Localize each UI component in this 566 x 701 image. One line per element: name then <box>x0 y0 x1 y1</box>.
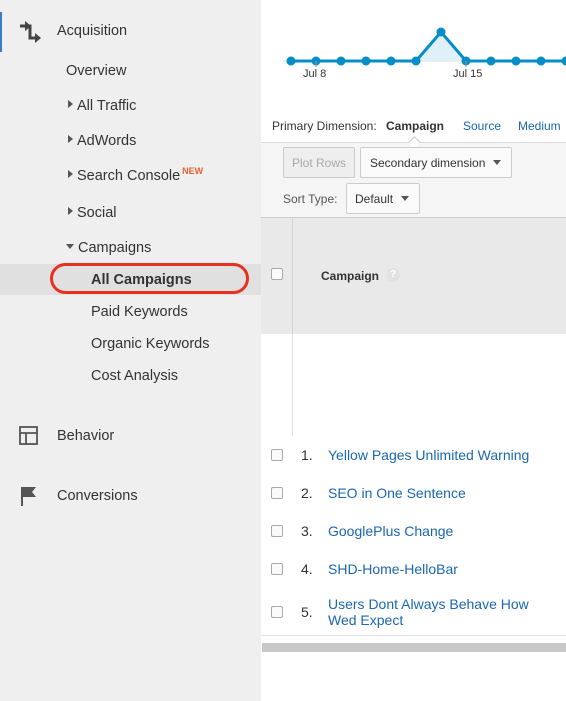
column-divider <box>292 218 293 334</box>
column-header-campaign[interactable]: Campaign <box>321 269 379 283</box>
campaign-link[interactable]: SHD-Home-HelloBar <box>328 561 558 577</box>
totals-row <box>261 334 566 436</box>
collapse-arrow-icon <box>66 243 74 249</box>
nav-adwords[interactable]: AdWords <box>68 133 136 149</box>
table-row: 4. SHD-Home-HelloBar <box>261 550 566 589</box>
nav-search-console-label: Search Console <box>77 168 181 184</box>
expand-arrow-icon <box>68 100 73 109</box>
nav-campaigns[interactable]: Campaigns <box>66 240 151 256</box>
nav-cost-analysis[interactable]: Cost Analysis <box>91 368 178 384</box>
sidebar: Acquisition Overview All Traffic AdWords… <box>0 0 261 701</box>
row-number: 2. <box>301 485 313 501</box>
chart-point[interactable] <box>511 56 521 66</box>
horizontal-scrollbar[interactable] <box>262 643 566 652</box>
row-checkbox[interactable] <box>271 487 283 499</box>
table-header <box>261 217 566 335</box>
chevron-down-icon <box>401 196 409 201</box>
table-row: 5. Users Dont Always Behave How Wed Expe… <box>261 588 566 636</box>
row-checkbox[interactable] <box>271 606 283 618</box>
expand-arrow-icon <box>68 170 73 179</box>
dimension-medium[interactable]: Medium <box>518 119 561 133</box>
nav-campaigns-label: Campaigns <box>78 240 152 256</box>
chevron-down-icon <box>493 160 501 165</box>
row-checkbox[interactable] <box>271 449 283 461</box>
dimension-campaign[interactable]: Campaign <box>386 119 444 133</box>
dimension-source[interactable]: Source <box>463 119 501 133</box>
nav-conversions-label: Conversions <box>57 488 138 504</box>
nav-social-label: Social <box>77 205 117 221</box>
nav-adwords-label: AdWords <box>77 133 137 149</box>
nav-acquisition[interactable]: Acquisition <box>0 11 261 51</box>
nav-search-console[interactable]: Search Console NEW <box>68 166 204 184</box>
behavior-layout-icon <box>18 426 42 448</box>
new-badge: NEW <box>182 166 204 176</box>
chart-point[interactable] <box>336 56 346 66</box>
chart-x-tick-label: Jul 8 <box>303 68 326 80</box>
chart-point[interactable] <box>386 56 396 66</box>
column-divider <box>292 334 293 436</box>
plot-rows-button[interactable]: Plot Rows <box>283 147 355 178</box>
expand-arrow-icon <box>68 207 73 216</box>
nav-acquisition-label: Acquisition <box>57 23 128 39</box>
row-checkbox[interactable] <box>271 525 283 537</box>
chart-point[interactable] <box>536 56 546 66</box>
table-row: 3. GooglePlus Change <box>261 512 566 551</box>
nav-all-traffic[interactable]: All Traffic <box>68 98 136 114</box>
chart-point[interactable] <box>436 27 446 37</box>
row-number: 1. <box>301 447 313 463</box>
chart-point[interactable] <box>361 56 371 66</box>
nav-paid-keywords[interactable]: Paid Keywords <box>91 304 188 320</box>
row-number: 5. <box>301 604 313 620</box>
table-row: 1. Yellow Pages Unlimited Warning <box>261 436 566 475</box>
chart-svg: Jul 8 Jul 15 <box>283 27 566 80</box>
nav-all-campaigns[interactable]: All Campaigns <box>91 272 192 288</box>
nav-behavior-label: Behavior <box>57 428 115 444</box>
nav-organic-keywords[interactable]: Organic Keywords <box>91 336 209 352</box>
nav-social[interactable]: Social <box>68 205 117 221</box>
nav-behavior[interactable]: Behavior <box>0 416 261 456</box>
secondary-dimension-label: Secondary dimension <box>370 155 486 170</box>
sort-type-label: Sort Type: <box>283 192 338 206</box>
flag-icon <box>18 485 42 507</box>
chart-x-tick-label: Jul 15 <box>453 68 482 80</box>
primary-dimension-label: Primary Dimension: <box>272 119 377 133</box>
campaign-link[interactable]: Yellow Pages Unlimited Warning <box>328 447 558 463</box>
secondary-dimension-dropdown[interactable]: Secondary dimension <box>360 147 512 178</box>
timeline-chart: Jul 8 Jul 15 <box>261 0 566 110</box>
campaign-link[interactable]: SEO in One Sentence <box>328 485 558 501</box>
expand-arrow-icon <box>68 135 73 144</box>
nav-conversions[interactable]: Conversions <box>0 476 261 516</box>
row-number: 3. <box>301 523 313 539</box>
nav-all-traffic-label: All Traffic <box>77 98 137 114</box>
row-number: 4. <box>301 561 313 577</box>
campaign-link[interactable]: Users Dont Always Behave How Wed Expect <box>328 596 558 628</box>
acquisition-arrows-icon <box>18 21 42 43</box>
chart-point[interactable] <box>411 56 421 66</box>
nav-overview[interactable]: Overview <box>66 63 126 79</box>
chart-point[interactable] <box>286 56 296 66</box>
sort-type-dropdown[interactable]: Default <box>346 183 420 214</box>
chart-point[interactable] <box>561 56 566 66</box>
campaign-link[interactable]: GooglePlus Change <box>328 523 558 539</box>
sort-type-value: Default <box>355 191 394 206</box>
select-all-checkbox[interactable] <box>271 268 283 280</box>
row-checkbox[interactable] <box>271 563 283 575</box>
table-row: 2. SEO in One Sentence <box>261 474 566 513</box>
help-icon[interactable]: ? <box>386 268 400 282</box>
chart-point[interactable] <box>486 56 496 66</box>
